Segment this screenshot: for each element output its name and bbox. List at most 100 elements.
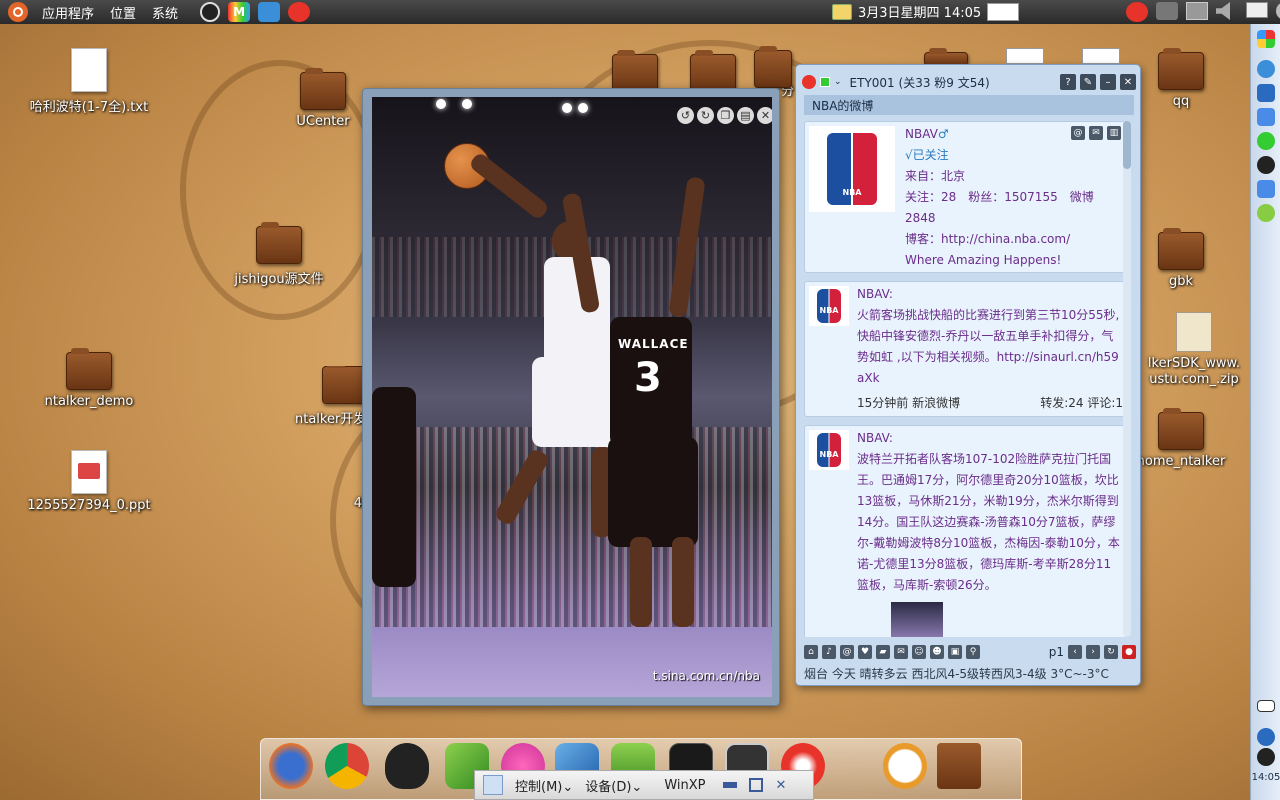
next-page-icon[interactable]: › [1086,645,1100,659]
close-icon[interactable]: ✕ [1120,74,1136,90]
ie-icon[interactable] [1257,60,1275,78]
panel-datetime[interactable]: 3月3日星期四 14:05 [858,2,981,21]
post-author[interactable]: NBAV: [857,284,1123,305]
comment-icon[interactable]: ▰ [876,645,890,659]
chat-icon[interactable]: ▣ [948,645,962,659]
desktop-icon-harry-txt[interactable]: 哈利波特(1-7全).txt [24,48,154,115]
message-icon[interactable]: ✉ [1089,126,1103,140]
mention-icon[interactable]: @ [1071,126,1085,140]
nba-logo-icon[interactable] [809,126,895,212]
feed-scrollbar[interactable] [1123,121,1131,637]
close-icon[interactable]: ✕ [757,107,772,124]
chrome-icon[interactable] [325,743,369,789]
cube-app-icon[interactable] [258,2,281,22]
device-menu[interactable]: 设备(D)⌄ [585,776,642,795]
app-icon[interactable] [1257,132,1275,150]
folder-icon [66,348,112,390]
follow-status[interactable]: √已关注 [905,145,1125,166]
weibo-feed[interactable]: NBAV♂ √已关注 来自：北京 关注：28 粉丝：1507155 微博 284… [804,121,1126,637]
heart-icon[interactable]: ♥ [858,645,872,659]
rotate-left-icon[interactable]: ↺ [677,107,694,124]
pin-icon[interactable] [483,775,503,795]
circle-app-icon[interactable] [200,2,221,22]
verified-icon: V [929,127,938,141]
clock-area[interactable]: 3月3日星期四 14:05 [832,2,1020,21]
desktop-icon-ntalker-demo[interactable]: ntalker_demo [24,348,154,409]
restore-icon[interactable] [749,778,764,792]
locked-file-icon[interactable] [1082,48,1120,64]
desktop-icon-label: ntalker开发 [295,412,362,427]
folder-icon[interactable] [612,50,658,92]
msn-icon[interactable] [1257,204,1275,222]
app-icon[interactable] [1257,108,1275,126]
volume-icon[interactable] [1216,2,1230,20]
weibo-app-icon[interactable] [288,2,311,22]
profile-slogan: Where Amazing Happens! [905,253,1062,267]
post-counts[interactable]: 转发:24 评论:1 [1040,393,1123,414]
mail-icon[interactable]: ✉ [894,645,908,659]
ubuntu-logo-icon[interactable] [8,2,28,22]
menu-system[interactable]: 系统 [144,3,186,22]
settings-icon[interactable]: ✎ [1080,74,1096,90]
online-status-icon[interactable] [820,77,830,87]
copy-icon[interactable]: ❐ [717,107,734,124]
user-icon[interactable]: ☺ [912,645,926,659]
outlook-icon[interactable] [1257,84,1275,102]
nba-logo-icon[interactable] [809,430,849,470]
menu-places[interactable]: 位置 [102,3,144,22]
qq-icon[interactable] [1257,156,1275,174]
app-icon[interactable] [1257,180,1275,198]
monitor-tray-icon[interactable] [1186,2,1208,20]
record-icon[interactable]: ● [1122,645,1136,659]
post-author[interactable]: NBAV: [857,428,1123,449]
folder-icon[interactable] [937,743,981,789]
photo-viewer-window[interactable]: WALLACE 3 ↺ ↻ ❐ ▤ ✕ t.sina.com.cn/nba [362,88,780,706]
desktop-icon-ntalker-dev[interactable]: ntalker开发 [280,366,362,427]
keyboard-icon[interactable] [1257,700,1275,712]
desktop-icon-ppt[interactable]: 1255527394_0.ppt [24,450,154,513]
clock-icon[interactable] [883,743,927,789]
control-menu[interactable]: 控制(M)⌄ [515,776,573,795]
arrow-icon[interactable] [1257,728,1275,746]
search-icon[interactable]: ⚲ [966,645,980,659]
desktop-icon-partial-4[interactable]: 4 [300,496,362,511]
arena-light [436,99,446,109]
locked-file-icon[interactable] [1006,48,1044,64]
firefox-icon[interactable] [269,743,313,789]
windows-logo-icon[interactable] [1257,30,1275,48]
post-thumbnail[interactable] [891,602,943,637]
network-tray-icon[interactable] [1156,2,1178,20]
help-icon[interactable]: ? [1060,74,1076,90]
save-icon[interactable]: ▤ [737,107,754,124]
home-icon[interactable]: ⌂ [804,645,818,659]
microphone-icon[interactable]: ♪ [822,645,836,659]
minimize-icon[interactable]: – [1100,74,1116,90]
refresh-icon[interactable]: ↻ [1104,645,1118,659]
qq-icon[interactable] [385,743,429,789]
close-icon[interactable]: ✕ [775,778,786,793]
desktop-icon-jishigou[interactable]: jishigou源文件 [214,222,344,287]
users-icon[interactable]: ☻ [930,645,944,659]
weibo-widget[interactable]: ⌄ ETY001 (关33 粉9 文54) ? ✎ – ✕ NBA的微博 NBA… [795,64,1141,686]
menu-applications[interactable]: 应用程序 [34,3,102,22]
status-dropdown-icon[interactable]: ⌄ [834,77,842,87]
desktop-icon-sdk-zip[interactable]: lkerSDK_www. ustu.com_.zip [1140,312,1248,388]
profile-name[interactable]: NBA [905,127,930,141]
delete-icon[interactable]: ▥ [1107,126,1121,140]
scroll-thumb[interactable] [1123,121,1131,169]
folder-icon [754,46,792,88]
prev-page-icon[interactable]: ‹ [1068,645,1082,659]
mail-icon[interactable] [1246,2,1268,18]
folder-icon[interactable] [690,50,736,92]
qq-small-icon[interactable] [1257,748,1275,766]
nba-logo-icon[interactable] [809,286,849,326]
rotate-right-icon[interactable]: ↻ [697,107,714,124]
folder-icon [1158,408,1204,450]
weibo-tray-icon[interactable] [1126,2,1148,22]
profile-blog[interactable]: 博客：http://china.nba.com/ [905,229,1125,250]
m-app-icon[interactable]: M [228,2,251,22]
power-icon[interactable] [1276,2,1280,20]
workspace-switcher-icon[interactable] [987,2,1020,21]
mention-icon[interactable]: @ [840,645,854,659]
minimize-icon[interactable] [723,782,738,788]
